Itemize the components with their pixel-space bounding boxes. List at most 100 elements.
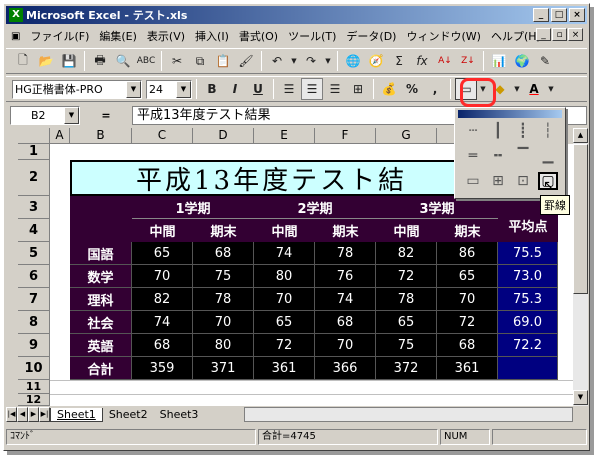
left-border-icon[interactable]: ┋ xyxy=(513,122,533,140)
column-header-f[interactable]: F xyxy=(315,128,376,144)
header-corner-cell[interactable] xyxy=(70,196,132,242)
column-header-b[interactable]: B xyxy=(70,128,132,144)
score-cell[interactable]: 82 xyxy=(376,242,437,265)
score-cell[interactable]: 78 xyxy=(315,242,376,265)
column-header-g[interactable]: G xyxy=(376,128,437,144)
row-header-4[interactable]: 4 xyxy=(18,219,50,242)
sub-header[interactable]: 期末 xyxy=(437,219,498,242)
score-cell[interactable]: 68 xyxy=(437,334,498,357)
all-borders-icon[interactable]: ▭ xyxy=(463,172,483,190)
subject-cell[interactable]: 英語 xyxy=(70,334,132,357)
sub-header[interactable]: 期末 xyxy=(193,219,254,242)
score-cell[interactable]: 65 xyxy=(254,311,315,334)
format-painter-icon[interactable]: 🖌 xyxy=(235,50,257,72)
subject-cell[interactable]: 社会 xyxy=(70,311,132,334)
score-cell[interactable]: 74 xyxy=(132,311,193,334)
italic-button[interactable]: I xyxy=(224,78,246,100)
right-border-icon[interactable]: ┆ xyxy=(538,122,558,140)
font-color-icon[interactable]: A xyxy=(523,78,545,100)
score-cell[interactable]: 72 xyxy=(376,265,437,288)
average-cell[interactable] xyxy=(498,357,558,380)
chart-wizard-icon[interactable]: 📊 xyxy=(488,50,510,72)
align-right-icon[interactable]: ☰ xyxy=(324,78,346,100)
top-bottom-border-icon[interactable]: ▔ xyxy=(513,147,533,165)
column-header-d[interactable]: D xyxy=(193,128,254,144)
sort-ascending-icon[interactable]: A↓ xyxy=(434,50,456,72)
score-cell[interactable]: 68 xyxy=(132,334,193,357)
excel-app-icon[interactable]: X xyxy=(9,8,23,22)
subject-cell[interactable]: 国語 xyxy=(70,242,132,265)
top-thick-bottom-border-icon[interactable]: ▁ xyxy=(538,147,558,165)
sub-header[interactable]: 中間 xyxy=(132,219,193,242)
score-cell[interactable]: 72 xyxy=(254,334,315,357)
vertical-scrollbar[interactable]: ▲ ▼ xyxy=(573,128,588,406)
redo-icon[interactable]: ↷ xyxy=(300,50,322,72)
align-left-icon[interactable]: ☰ xyxy=(278,78,300,100)
score-cell[interactable]: 70 xyxy=(437,288,498,311)
score-cell[interactable]: 361 xyxy=(254,357,315,380)
menu-data[interactable]: データ(D) xyxy=(341,28,401,44)
print-preview-icon[interactable]: 🔍 xyxy=(112,50,134,72)
term3-header[interactable]: 3学期 xyxy=(376,196,498,219)
score-cell[interactable]: 74 xyxy=(315,288,376,311)
doc-minimize-button[interactable]: _ xyxy=(536,28,551,41)
score-cell[interactable]: 70 xyxy=(132,265,193,288)
chevron-down-icon[interactable]: ▼ xyxy=(176,80,191,98)
autosum-icon[interactable]: Σ xyxy=(388,50,410,72)
merge-center-icon[interactable]: ⊞ xyxy=(347,78,369,100)
chevron-down-icon[interactable]: ▼ xyxy=(64,106,79,124)
last-sheet-icon[interactable]: ▶| xyxy=(39,407,50,422)
score-cell[interactable]: 68 xyxy=(193,242,254,265)
row-header-10[interactable]: 10 xyxy=(18,357,50,380)
save-icon[interactable]: 💾 xyxy=(58,50,80,72)
no-border-icon[interactable]: ┄ xyxy=(463,122,483,140)
double-bottom-border-icon[interactable]: ═ xyxy=(463,147,483,165)
thick-bottom-border-icon[interactable]: ╍ xyxy=(488,147,508,165)
score-cell[interactable]: 372 xyxy=(376,357,437,380)
score-cell[interactable]: 359 xyxy=(132,357,193,380)
subject-cell[interactable]: 数学 xyxy=(70,265,132,288)
align-center-icon[interactable]: ☰ xyxy=(301,78,323,100)
sheet-tab-1[interactable]: Sheet1 xyxy=(50,407,103,422)
outside-borders-icon[interactable]: ⊡ xyxy=(513,172,533,190)
score-cell[interactable]: 86 xyxy=(437,242,498,265)
first-sheet-icon[interactable]: |◀ xyxy=(6,407,17,422)
undo-icon[interactable]: ↶ xyxy=(266,50,288,72)
menu-format[interactable]: 書式(O) xyxy=(234,28,283,44)
menu-file[interactable]: ファイル(F) xyxy=(25,28,94,44)
average-cell[interactable]: 75.3 xyxy=(498,288,558,311)
font-size-combo[interactable]: 24 ▼ xyxy=(146,79,192,99)
hyperlink-icon[interactable]: 🌐 xyxy=(342,50,364,72)
row-header-11[interactable]: 11 xyxy=(18,380,50,394)
subject-cell[interactable]: 合計 xyxy=(70,357,132,380)
font-color-dropdown-icon[interactable]: ▼ xyxy=(546,78,556,100)
sub-header[interactable]: 中間 xyxy=(254,219,315,242)
scroll-up-icon[interactable]: ▲ xyxy=(573,128,588,143)
doc-restore-button[interactable]: ▫ xyxy=(552,28,567,41)
name-box[interactable]: B2 ▼ xyxy=(10,105,80,125)
maximize-button[interactable]: □ xyxy=(551,8,567,22)
row-header-9[interactable]: 9 xyxy=(18,334,50,357)
score-cell[interactable]: 68 xyxy=(315,311,376,334)
menu-tools[interactable]: ツール(T) xyxy=(283,28,341,44)
score-cell[interactable]: 366 xyxy=(315,357,376,380)
term1-header[interactable]: 1学期 xyxy=(132,196,254,219)
doc-close-button[interactable]: × xyxy=(568,28,583,41)
score-cell[interactable]: 65 xyxy=(376,311,437,334)
sub-header[interactable]: 期末 xyxy=(315,219,376,242)
score-cell[interactable]: 75 xyxy=(376,334,437,357)
row-header-7[interactable]: 7 xyxy=(18,288,50,311)
underline-button[interactable]: U xyxy=(247,78,269,100)
score-cell[interactable]: 371 xyxy=(193,357,254,380)
row-header-5[interactable]: 5 xyxy=(18,242,50,265)
paste-icon[interactable]: 📋 xyxy=(212,50,234,72)
minimize-button[interactable]: _ xyxy=(533,8,549,22)
score-cell[interactable]: 361 xyxy=(437,357,498,380)
sub-header[interactable]: 中間 xyxy=(376,219,437,242)
scroll-thumb[interactable] xyxy=(573,144,588,294)
average-cell[interactable]: 72.2 xyxy=(498,334,558,357)
function-icon[interactable]: fx xyxy=(411,50,433,72)
subject-cell[interactable]: 理科 xyxy=(70,288,132,311)
column-header-e[interactable]: E xyxy=(254,128,315,144)
score-cell[interactable]: 76 xyxy=(315,265,376,288)
